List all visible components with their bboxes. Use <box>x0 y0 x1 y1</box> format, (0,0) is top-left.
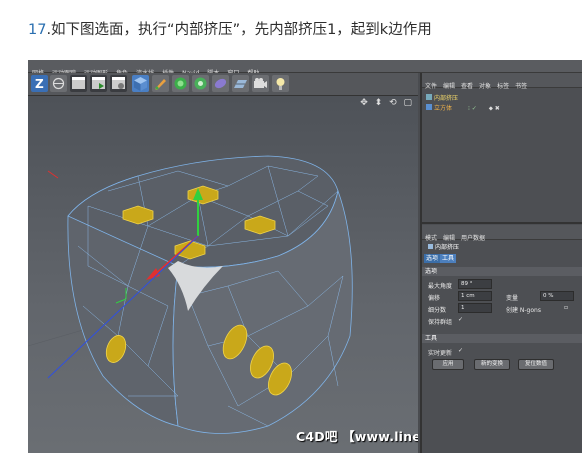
c4d-window: 网格运动跟踪运动图形角色流水线插件Navid脚本窗口帮助 Z ✥ ⬍ ⟲ ▢ <box>28 60 582 453</box>
step-text: .如下图选面，执行“内部挤压”，先内部挤压1，起到k边作用 <box>46 22 432 38</box>
dice-model[interactable] <box>28 96 418 453</box>
subdivision-surface-icon[interactable] <box>172 75 189 92</box>
create-ngons-checkbox[interactable]: ▫ <box>564 304 568 311</box>
world-coordinates-icon[interactable] <box>50 75 67 92</box>
svg-text:Z: Z <box>35 77 44 91</box>
variance-label: 变量 <box>506 295 519 302</box>
deformer-icon[interactable] <box>212 75 229 92</box>
step-caption: 17.如下图选面，执行“内部挤压”，先内部挤压1，起到k边作用 <box>28 18 432 39</box>
render-picture-viewer-icon[interactable] <box>90 75 107 92</box>
attribute-title: 内部挤压 <box>428 242 459 251</box>
3d-viewport[interactable]: ✥ ⬍ ⟲ ▢ C4D吧 【www.line <box>28 96 418 453</box>
subdivision-input[interactable]: 1 <box>458 303 492 313</box>
attribute-title-text: 内部挤压 <box>435 244 460 251</box>
keep-groups-label: 保持群组 <box>428 319 453 326</box>
z-axis-lock-icon[interactable]: Z <box>31 75 48 92</box>
object-row-inner-extrude[interactable]: 内部挤压 <box>426 93 458 102</box>
tab-options[interactable]: 选项 <box>424 254 441 263</box>
tool-icon <box>428 244 433 249</box>
light-icon[interactable] <box>272 75 289 92</box>
pen-spline-icon[interactable] <box>152 75 169 92</box>
realtime-update-label: 实时更新 <box>428 350 453 357</box>
menu-bar: 网格运动跟踪运动图形角色流水线插件Navid脚本窗口帮助 <box>28 60 582 77</box>
om-menu-tags[interactable]: 标签 <box>494 80 512 94</box>
om-menu-edit[interactable]: 编辑 <box>440 80 458 94</box>
max-angle-label: 最大角度 <box>428 283 453 290</box>
object-manager-menu: 文件 编辑 查看 对象 标签 书签 <box>422 73 582 90</box>
reset-values-button[interactable]: 复位数值 <box>518 359 554 370</box>
visibility-dots-icon[interactable]: ⁝ ✓ <box>468 105 477 112</box>
om-menu-bookmarks[interactable]: 书签 <box>512 80 530 94</box>
cube-icon[interactable] <box>132 75 149 92</box>
panel-divider[interactable] <box>420 222 582 224</box>
camera-icon[interactable] <box>252 75 269 92</box>
om-menu-object[interactable]: 对象 <box>476 80 494 94</box>
offset-input[interactable]: 1 cm <box>458 291 492 301</box>
attr-menu-user-data[interactable]: 用户数据 <box>458 232 488 246</box>
apply-button[interactable]: 应用 <box>432 359 464 370</box>
object-manager-panel: 文件 编辑 查看 对象 标签 书签 内部挤压 立方体 ⁝ ✓ ⬥ ✖ <box>420 73 582 453</box>
attribute-manager-menu: 模式 编辑 用户数据 <box>422 225 582 242</box>
new-transform-button[interactable]: 新的变换 <box>474 359 510 370</box>
object-name: 立方体 <box>434 105 453 112</box>
render-view-icon[interactable] <box>70 75 87 92</box>
variance-input[interactable]: 0 % <box>540 291 574 301</box>
inner-extrude-tool-icon <box>426 94 432 100</box>
subdivision-label: 细分数 <box>428 307 447 314</box>
offset-label: 偏移 <box>428 295 441 302</box>
floor-icon[interactable] <box>232 75 249 92</box>
realtime-update-checkbox[interactable]: ✓ <box>458 347 463 354</box>
step-number: 17 <box>28 22 47 38</box>
watermark-text: C4D吧 【www.linecg.com/tieba/1799】 <box>296 429 418 444</box>
render-settings-icon[interactable] <box>110 75 127 92</box>
cube-object-icon <box>426 104 432 110</box>
create-ngons-label: 创建 N-gons <box>506 307 541 314</box>
keep-groups-checkbox[interactable]: ✓ <box>458 316 463 323</box>
object-name: 内部挤压 <box>434 95 459 102</box>
main-toolbar: Z <box>28 73 418 96</box>
object-row-cube[interactable]: 立方体 ⁝ ✓ ⬥ ✖ <box>426 103 500 113</box>
om-menu-view[interactable]: 查看 <box>458 80 476 94</box>
array-icon[interactable] <box>192 75 209 92</box>
section-options-header[interactable]: 选项 <box>422 267 582 276</box>
om-menu-file[interactable]: 文件 <box>422 80 440 94</box>
max-angle-input[interactable]: 89 ° <box>458 279 492 289</box>
section-tool-header[interactable]: 工具 <box>422 334 582 343</box>
phong-tag-icon[interactable]: ⬥ ✖ <box>489 105 500 112</box>
tab-tool[interactable]: 工具 <box>440 254 457 263</box>
